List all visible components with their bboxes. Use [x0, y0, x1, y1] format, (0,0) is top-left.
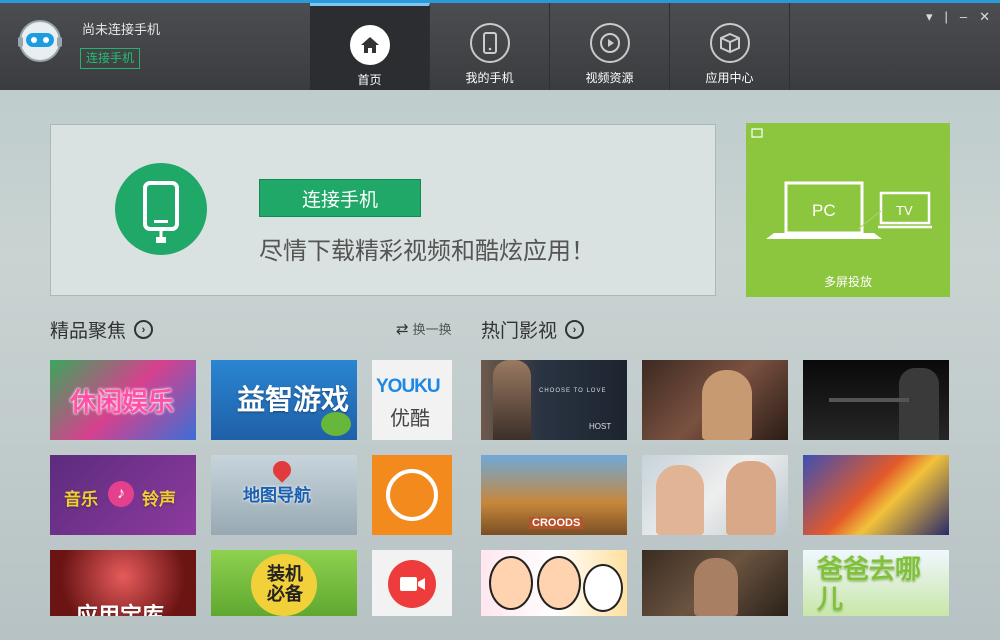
- cartoon-face: [489, 556, 533, 610]
- device-status: 尚未连接手机: [82, 22, 161, 37]
- video-tile[interactable]: [803, 360, 949, 440]
- featured-tile[interactable]: 装机必备: [211, 550, 357, 616]
- robot-logo-icon: [16, 17, 64, 65]
- cartoon-face: [537, 556, 581, 610]
- divider: |: [944, 9, 948, 24]
- cartoon-face: [583, 564, 623, 612]
- poster-figure: [702, 370, 752, 440]
- minimize-icon[interactable]: –: [960, 9, 967, 25]
- tile-label: 爸爸去哪儿: [817, 554, 922, 614]
- video-tile[interactable]: [803, 455, 949, 535]
- tab-label: 首页: [357, 73, 382, 87]
- tile-sublabel: 优酷: [390, 408, 430, 430]
- tab-label: 视频资源: [585, 71, 634, 85]
- tab-home[interactable]: 首页: [310, 3, 430, 90]
- connect-phone-button[interactable]: 连接手机: [259, 179, 421, 217]
- multiscreen-label: 多屏投放: [823, 275, 872, 289]
- featured-tile[interactable]: 音乐 ♪ 铃声: [50, 455, 196, 535]
- green-bird-icon: [321, 412, 351, 436]
- section-title-text: 精品聚焦: [50, 321, 127, 342]
- rifle-shape: [829, 398, 909, 402]
- tab-app-center[interactable]: 应用中心: [670, 3, 790, 90]
- featured-section-title[interactable]: 精品聚焦 ›: [50, 316, 154, 343]
- smile-face-icon: [386, 469, 438, 521]
- video-tile[interactable]: [642, 360, 788, 440]
- section-title-text: 热门影视: [481, 321, 558, 342]
- tab-my-phone[interactable]: 我的手机: [430, 3, 550, 90]
- tile-label: YOUKU: [376, 376, 441, 397]
- featured-tile[interactable]: 地图导航: [211, 455, 357, 535]
- arrow-right-icon: ›: [134, 320, 154, 339]
- top-bar: 尚未连接手机 连接手机 首页 我的手机 视频资源 应用中心 ▾ | – ✕: [0, 0, 1000, 90]
- video-tile[interactable]: 爸爸去哪儿: [803, 550, 949, 616]
- main-nav: 首页 我的手机 视频资源 应用中心: [310, 3, 790, 90]
- video-tile[interactable]: [642, 550, 788, 616]
- arrow-right-icon: ›: [565, 320, 585, 339]
- pc-label: PC: [812, 201, 836, 220]
- multiscreen-cast-tile[interactable]: PC TV 多屏投放: [746, 123, 950, 297]
- connect-phone-link[interactable]: 连接手机: [80, 48, 141, 69]
- tile-sublabel: HOST: [589, 422, 612, 431]
- tile-sublabel: 铃声: [142, 490, 176, 509]
- tile-label: 音乐: [64, 490, 98, 509]
- poster-figure: [656, 465, 704, 535]
- poster-figure: [899, 368, 939, 440]
- map-pin-icon: [269, 457, 295, 483]
- refresh-button[interactable]: ⇄ 换一换: [396, 319, 452, 338]
- tile-label: CROODS: [529, 517, 584, 529]
- connect-banner: 连接手机 尽情下载精彩视频和酷炫应用！: [50, 124, 716, 296]
- tile-label: 休闲娱乐: [70, 387, 175, 417]
- featured-tile[interactable]: 休闲娱乐: [50, 360, 196, 440]
- tv-label: TV: [896, 203, 913, 218]
- tab-label: 应用中心: [705, 71, 754, 85]
- poster-figure: [493, 360, 531, 440]
- menu-dropdown-icon[interactable]: ▾: [926, 9, 933, 25]
- youku-app-tile[interactable]: YOUKU 优酷: [372, 360, 452, 440]
- video-tile[interactable]: CROODS: [481, 455, 627, 535]
- featured-tile[interactable]: 益智游戏: [211, 360, 357, 440]
- home-icon: [349, 25, 390, 65]
- video-tile[interactable]: [642, 455, 788, 535]
- tile-label: 应用宝库: [76, 603, 165, 616]
- tab-video-resources[interactable]: 视频资源: [550, 3, 670, 90]
- phone-usb-icon: [115, 163, 207, 255]
- phone-icon: [469, 23, 510, 63]
- video-tile[interactable]: CHOOSE TO LOVE HOST: [481, 360, 627, 440]
- video-camera-icon: [388, 560, 436, 608]
- refresh-label: 换一换: [412, 322, 452, 337]
- app-tile[interactable]: [372, 455, 452, 535]
- app-tile[interactable]: [372, 550, 452, 616]
- poster-figure: [694, 558, 738, 616]
- hot-videos-section-title[interactable]: 热门影视 ›: [481, 316, 585, 343]
- pc-tv-icon: [751, 128, 932, 239]
- close-icon[interactable]: ✕: [979, 9, 990, 25]
- banner-slogan: 尽情下载精彩视频和酷炫应用！: [259, 238, 595, 265]
- play-icon: [589, 23, 630, 63]
- box-icon: [709, 23, 750, 63]
- poster-figure: [726, 461, 776, 535]
- tile-label: 地图导航: [243, 486, 311, 505]
- tab-label: 我的手机: [465, 71, 514, 85]
- video-tile[interactable]: [481, 550, 627, 616]
- window-controls: ▾ | – ✕: [926, 9, 990, 25]
- refresh-icon: ⇄: [396, 320, 409, 338]
- music-note-icon: ♪: [108, 481, 134, 507]
- tile-label: 装机必备: [267, 564, 303, 604]
- tile-label: CHOOSE TO LOVE: [539, 388, 607, 394]
- featured-tile[interactable]: 应用宝库: [50, 550, 196, 616]
